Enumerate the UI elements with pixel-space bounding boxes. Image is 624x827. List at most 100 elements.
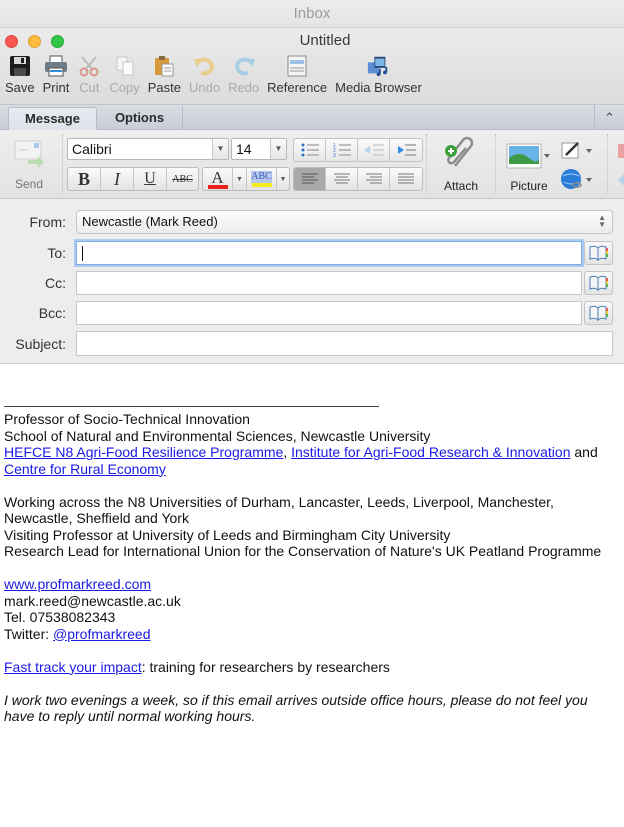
signature-title: Professor of Socio-Technical Innovation: [4, 411, 250, 427]
bold-button[interactable]: B: [68, 168, 101, 190]
alignment-group: [293, 167, 423, 191]
signature-working-line-2: Newcastle, Sheffield and York: [4, 510, 189, 526]
hefce-link[interactable]: HEFCE N8 Agri-Food Resilience Programme: [4, 444, 283, 460]
inbox-window-title: Inbox: [0, 0, 624, 28]
font-name-select[interactable]: Calibri ▼: [67, 138, 229, 160]
signature-school: School of Natural and Environmental Scie…: [4, 427, 431, 444]
undo-button[interactable]: Undo: [185, 54, 224, 100]
highlight-button[interactable]: ABC: [247, 168, 277, 190]
twitter-link[interactable]: @profmarkreed: [53, 626, 150, 642]
ribbon-separator: [607, 134, 608, 194]
from-label: From:: [29, 214, 66, 230]
bcc-label: Bcc:: [38, 305, 66, 321]
updown-arrows-icon: ▲ ▼: [598, 213, 606, 229]
signature-phone: Tel. 07538082343: [4, 609, 116, 625]
align-right-button[interactable]: [358, 168, 390, 190]
more-ribbon-icon: [614, 140, 624, 190]
cc-field[interactable]: [76, 271, 582, 295]
increase-indent-icon: [398, 144, 416, 156]
font-size-select[interactable]: 14 ▼: [231, 138, 287, 160]
signature-twitter: Twitter: @profmarkreed: [4, 625, 151, 642]
cc-label: Cc:: [45, 275, 66, 291]
from-account-select[interactable]: Newcastle (Mark Reed) ▲ ▼: [76, 210, 613, 234]
font-color-swatch: [207, 184, 228, 189]
picture-button[interactable]: Picture: [503, 136, 555, 193]
decrease-indent-icon: [363, 144, 384, 156]
decrease-indent-button[interactable]: [358, 139, 390, 161]
signature-working-line: Working across the N8 Universities of Du…: [4, 493, 554, 510]
paperclip-icon: [441, 136, 481, 178]
signature-button[interactable]: [560, 140, 594, 165]
fast-track-impact-link[interactable]: Fast track your impact: [4, 659, 142, 675]
align-center-button[interactable]: [326, 168, 358, 190]
bcc-address-book-button[interactable]: [584, 301, 613, 325]
address-book-icon: [589, 305, 608, 321]
centre-rural-economy-link[interactable]: Centre for Rural Economy: [4, 461, 166, 477]
main-toolbar: Save Print Cut Copy Paste Undo Redo Refe…: [0, 54, 426, 100]
italic-button[interactable]: I: [101, 168, 134, 190]
subject-field[interactable]: [76, 331, 613, 356]
bulleted-list-icon: [301, 143, 319, 157]
floppy-disk-icon: [8, 54, 32, 78]
cc-address-book-button[interactable]: [584, 271, 613, 295]
attach-button[interactable]: Attach: [438, 136, 484, 193]
media-browser-button[interactable]: Media Browser: [331, 54, 426, 100]
cut-button[interactable]: Cut: [73, 54, 105, 100]
svg-text:3: 3: [333, 153, 336, 158]
signature-note-line-1: I work two evenings a week, so if this e…: [4, 691, 588, 708]
ribbon-separator: [426, 134, 427, 194]
text-style-group: B I U ABC: [67, 167, 199, 191]
font-color-button[interactable]: A: [203, 168, 233, 190]
list-group: 123: [293, 138, 359, 162]
copy-button[interactable]: Copy: [105, 54, 143, 100]
color-group: A ▼ ABC ▼: [202, 167, 290, 191]
signature-pen-icon: [561, 142, 592, 159]
ribbon-separator: [495, 134, 496, 194]
redo-icon: [232, 54, 256, 78]
text-cursor: [82, 246, 83, 261]
chevron-down-icon: ▼: [212, 139, 228, 159]
website-link[interactable]: www.profmarkreed.com: [4, 576, 151, 592]
increase-indent-button[interactable]: [390, 139, 422, 161]
institute-link[interactable]: Institute for Agri-Food Research & Innov…: [291, 444, 570, 460]
ribbon-message: Send Calibri ▼ 14 ▼ B I U ABC A ▼ ABC ▼: [0, 130, 624, 199]
signature-note-line-2: have to reply until normal working hours…: [4, 708, 256, 724]
indent-group: [357, 138, 423, 162]
align-left-icon: [301, 173, 318, 184]
message-body-editor[interactable]: Professor of Socio-Technical Innovation …: [0, 365, 624, 827]
bcc-field[interactable]: [76, 301, 582, 325]
underline-button[interactable]: U: [134, 168, 167, 190]
collapse-ribbon-button[interactable]: ⌃: [594, 105, 624, 130]
reference-button[interactable]: Reference: [263, 54, 331, 100]
font-color-dropdown[interactable]: ▼: [233, 168, 247, 190]
save-button[interactable]: Save: [0, 54, 39, 100]
globe-link-icon: [561, 169, 592, 189]
paste-button[interactable]: Paste: [144, 54, 185, 100]
tab-message[interactable]: Message: [8, 107, 97, 131]
to-field[interactable]: [76, 241, 582, 265]
hyperlink-button[interactable]: [560, 167, 594, 196]
address-book-icon: [589, 245, 608, 261]
print-button[interactable]: Print: [39, 54, 74, 100]
highlight-dropdown[interactable]: ▼: [277, 168, 289, 190]
media-browser-icon: [366, 54, 390, 78]
to-address-book-button[interactable]: [584, 241, 613, 265]
signature-fasttrack: Fast track your impact: training for res…: [4, 658, 390, 675]
send-button[interactable]: Send: [6, 138, 52, 196]
signature-divider: [4, 406, 379, 407]
redo-button[interactable]: Redo: [224, 54, 263, 100]
bulleted-list-button[interactable]: [294, 139, 326, 161]
justify-icon: [398, 173, 414, 184]
to-label: To:: [47, 245, 66, 261]
clipboard-icon: [152, 54, 176, 78]
align-left-button[interactable]: [294, 168, 326, 190]
numbered-list-button[interactable]: 123: [326, 139, 358, 161]
justify-button[interactable]: [390, 168, 422, 190]
send-envelope-icon: [12, 140, 46, 172]
strikethrough-button[interactable]: ABC: [167, 168, 198, 190]
undo-icon: [193, 54, 217, 78]
subject-label: Subject:: [15, 336, 66, 352]
copy-icon: [113, 54, 137, 78]
printer-icon: [44, 54, 68, 78]
tab-options[interactable]: Options: [97, 107, 183, 131]
